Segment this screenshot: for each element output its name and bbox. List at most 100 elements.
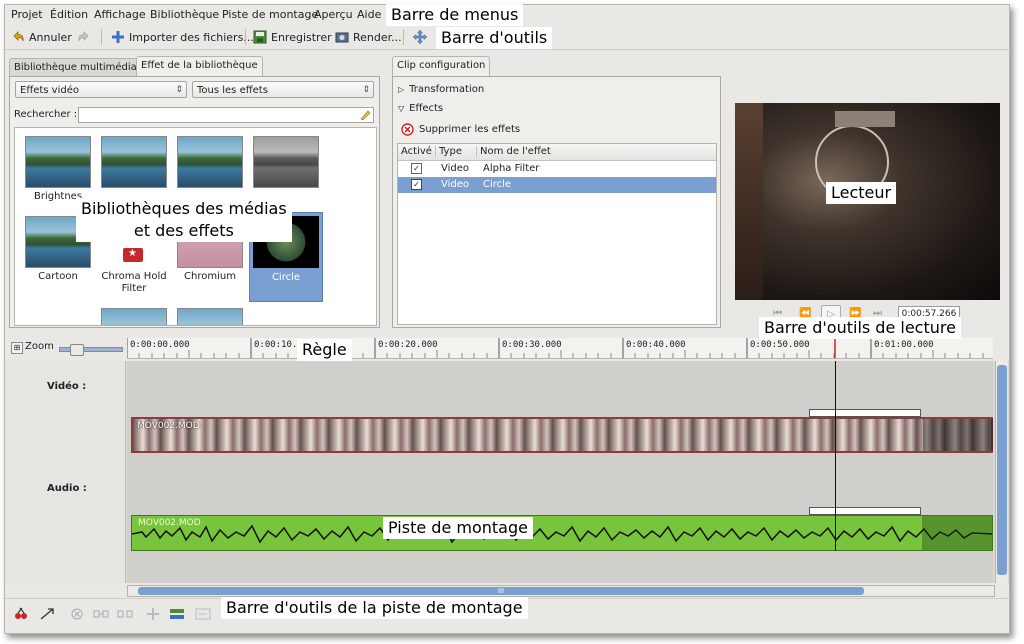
add-icon <box>112 31 124 43</box>
effect-type-select[interactable]: Effets vidéo ⇕ <box>15 81 187 98</box>
tab-effects-library[interactable]: Effet de la bibliothèque <box>136 56 263 77</box>
transformation-section[interactable]: ▷ Transformation <box>398 84 484 95</box>
remove-effects-button[interactable]: Supprimer les effets <box>401 123 520 136</box>
column-effect-name[interactable]: Nom de l'effet <box>476 146 551 157</box>
next-marker-icon[interactable] <box>195 607 211 621</box>
playhead-line[interactable] <box>835 361 836 551</box>
video-clip[interactable]: MOV002.MOD <box>131 417 993 453</box>
link-icon[interactable] <box>117 607 133 621</box>
search-label: Rechercher : <box>14 109 78 120</box>
transition-handle[interactable] <box>809 409 921 417</box>
column-active[interactable]: Activé <box>401 146 432 157</box>
chevron-updown-icon: ⇕ <box>362 85 370 95</box>
save-icon <box>253 30 267 44</box>
horizontal-scrollbar[interactable]: III <box>127 585 995 597</box>
zoom-slider[interactable] <box>59 344 123 356</box>
ruler-tick-label: 0:00:40.000 <box>626 340 686 350</box>
effect-thumbnail[interactable] <box>25 136 91 188</box>
track-label-audio: Audio : <box>47 483 87 494</box>
undo-label: Annuler <box>29 30 72 44</box>
move-arrows-icon <box>413 30 427 44</box>
annotation-libraries: Bibliothèques des médias et des effets <box>76 198 292 242</box>
transformation-label: Transformation <box>409 84 485 95</box>
ruler-tick-label: 0:00:20.000 <box>378 340 438 350</box>
toolbar-separator <box>101 29 102 45</box>
effect-name: Circle <box>483 179 512 190</box>
vertical-scrollbar-thumb[interactable] <box>997 365 1007 575</box>
effect-category-select[interactable]: Tous les effets ⇕ <box>192 81 374 98</box>
effect-thumbnail[interactable] <box>253 136 319 188</box>
audio-clip[interactable]: MOV002.MOD <box>131 515 993 551</box>
clip-end-shade <box>922 516 992 550</box>
remove-circle-icon[interactable] <box>69 607 85 621</box>
zoom-icon: ⊞ <box>11 342 23 354</box>
clear-icon[interactable] <box>359 109 371 121</box>
tab-media-library[interactable]: Bibliothèque multimédia <box>9 58 142 77</box>
active-checkbox[interactable]: ✓ <box>411 163 422 174</box>
save-button[interactable]: Enregistrer <box>253 29 332 45</box>
menu-bibliotheque[interactable]: Bibliothèque <box>150 8 219 21</box>
undo-button[interactable]: Annuler <box>11 29 72 45</box>
add-marker-icon[interactable] <box>145 607 161 621</box>
annotation-timeline-toolbar: Barre d'outils de la piste de montage <box>221 597 528 619</box>
menu-piste-de-montage[interactable]: Piste de montage <box>222 8 318 21</box>
tab-clip-configuration[interactable]: Clip configuration <box>392 56 491 77</box>
menu-projet[interactable]: Projet <box>11 8 43 21</box>
remove-effects-label: Supprimer les effets <box>419 124 521 135</box>
timeline-ruler[interactable]: 0:00:00.000 0:00:10.000 0:00:20.000 0:00… <box>127 338 993 359</box>
effect-thumbnail[interactable] <box>177 308 243 325</box>
table-row[interactable]: ✓ Video Alpha Filter <box>398 161 716 177</box>
effect-thumbnail[interactable] <box>101 136 167 188</box>
import-files-button[interactable]: Importer des fichiers... <box>111 29 254 45</box>
save-label: Enregistrer <box>271 30 332 44</box>
effect-label-cartoon[interactable]: Cartoon <box>18 271 98 283</box>
effect-thumbnail[interactable] <box>177 136 243 188</box>
vertical-scrollbar[interactable] <box>995 361 1008 583</box>
effects-section[interactable]: ▽ Effects <box>398 103 443 114</box>
column-type[interactable]: Type <box>435 146 462 157</box>
redo-button[interactable] <box>77 29 91 45</box>
active-checkbox[interactable]: ✓ <box>411 179 422 190</box>
toolbar-separator <box>403 29 404 45</box>
snap-icon[interactable] <box>93 607 109 621</box>
annotation-player: Lecteur <box>826 182 897 204</box>
pointer-icon[interactable] <box>39 607 55 621</box>
ruler-tick-label: 0:00:00.000 <box>130 340 190 350</box>
effect-type: Video <box>441 163 470 174</box>
horizontal-scrollbar-thumb[interactable]: III <box>138 587 864 595</box>
annotation-toolbar: Barre d'outils <box>436 27 553 49</box>
toolbar-separator <box>245 29 246 45</box>
audio-waveform <box>132 524 992 544</box>
ruler-row: ⊞ Zoom 0:00:00.000 0:00:10.000 0:00:20.0… <box>5 338 1009 359</box>
effect-thumbnail[interactable] <box>101 308 167 325</box>
previous-marker-icon[interactable] <box>169 607 185 621</box>
menu-edition[interactable]: Édition <box>50 8 88 21</box>
zoom-label: Zoom <box>25 341 54 352</box>
effect-label-chromium[interactable]: Chromium <box>170 271 250 283</box>
collapse-arrow-icon: ▽ <box>398 104 405 113</box>
menu-affichage[interactable]: Affichage <box>94 8 146 21</box>
render-label: Render... <box>353 30 402 44</box>
annotation-player-toolbar: Barre d'outils de lecture <box>759 317 961 339</box>
video-clip-label: MOV002.MOD <box>137 421 200 431</box>
preview-wall <box>735 103 763 300</box>
search-input[interactable] <box>78 107 374 123</box>
effect-label-circle: Circle <box>271 272 301 283</box>
ruler-tick-label: 0:00:50.000 <box>750 340 810 350</box>
menu-apercu[interactable]: Aperçu <box>314 8 353 21</box>
expand-arrow-icon: ▷ <box>398 85 405 94</box>
effect-name: Alpha Filter <box>483 163 540 174</box>
fullscreen-button[interactable] <box>413 29 427 45</box>
effects-table: Activé Type Nom de l'effet ✓ Video Alpha… <box>397 143 717 325</box>
effects-label: Effects <box>409 103 444 114</box>
razor-icon[interactable] <box>13 607 29 621</box>
tracks-canvas[interactable]: MOV002.MOD MOV002.MOD <box>127 361 993 583</box>
effect-label-chroma-hold[interactable]: Chroma Hold Filter <box>94 271 174 295</box>
zoom-slider-handle[interactable] <box>70 344 84 356</box>
effect-type-value: Effets vidéo <box>20 85 79 96</box>
render-button[interactable]: Render... <box>335 29 402 45</box>
menu-aide[interactable]: Aide <box>357 8 381 21</box>
preview-sign <box>835 111 895 127</box>
table-row-selected[interactable]: ✓ Video Circle <box>398 177 716 193</box>
transition-handle[interactable] <box>809 507 921 515</box>
